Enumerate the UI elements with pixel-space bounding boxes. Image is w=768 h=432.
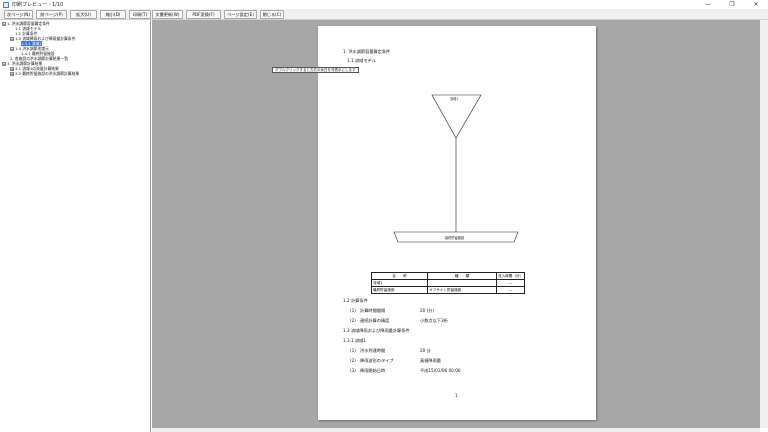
print-button[interactable]: 印刷(T) <box>129 10 151 19</box>
condition-label: 計算時間間隔 <box>360 308 386 313</box>
section-heading: 1.2 計算条件 <box>343 298 368 303</box>
table-header: 名 称 <box>371 272 428 280</box>
condition-label: 降雨波形のタイプ <box>360 358 394 363</box>
vertical-scrollbar[interactable] <box>760 20 768 428</box>
table-cell <box>427 279 497 287</box>
window-title: 印刷プレビュー - 1/10 <box>12 2 64 8</box>
condition-value: 小数点以下3桁 <box>420 318 448 323</box>
maximize-icon[interactable]: ❐ <box>720 0 744 9</box>
condition-number: (1) <box>350 348 356 353</box>
condition-number: (2) <box>350 318 356 323</box>
table-cell: 流域1 <box>371 279 428 287</box>
toolbar: 次ページ(N) 前ページ(P) 拡大(U) 縮小(D) 印刷(T) 文書更新(W… <box>0 9 768 20</box>
basin-triangle <box>431 94 482 139</box>
condition-label: 降雨開始日時 <box>360 368 386 373</box>
basin-label: 流域1 <box>450 97 459 101</box>
condition-label: 連続計算の精度 <box>360 318 390 323</box>
tree-node[interactable]: ⊟1.3 流域降雨および降雨量計算条件 <box>10 36 75 41</box>
page-setup-button[interactable]: ページ設定(E) <box>224 10 257 19</box>
condition-value: 平成15/01/06 00:00 <box>420 368 461 373</box>
preview-page: 1. 洪水調節容量算定条件 1.1 流域モデル 流域1 最終貯留施設 名 称 種… <box>318 26 596 420</box>
table-row: 流域1 — <box>371 279 526 287</box>
condition-number: (3) <box>350 368 356 373</box>
next-page-button[interactable]: 次ページ(N) <box>4 10 33 19</box>
pdf-convert-button[interactable]: PDF変換(F) <box>186 10 221 19</box>
table-cell: — <box>495 279 526 287</box>
table-header: 種 類 <box>427 272 497 280</box>
condition-number: (1) <box>350 308 356 313</box>
condition-value: 真値降雨量 <box>420 358 441 363</box>
section-heading: 1.3.1 流域1 <box>343 338 367 343</box>
update-document-button[interactable]: 文書更新(W) <box>152 10 183 19</box>
tree-node-label: 3.2 最終貯留施設の洪水調節計算結果 <box>15 71 80 76</box>
table-header: 流入時間（分） <box>495 272 526 280</box>
condition-value: 20 分 <box>420 348 431 353</box>
table-row: 最終貯留施設 オフサイト貯留施設 — <box>371 286 526 294</box>
table-cell: — <box>495 286 526 294</box>
app-icon <box>3 1 9 8</box>
condition-value: 20 (分) <box>420 308 435 313</box>
close-button[interactable]: 閉じる(C) <box>260 10 284 19</box>
collapse-icon[interactable]: ⊟ <box>2 22 6 26</box>
collapse-icon[interactable]: ⊟ <box>10 37 14 41</box>
facility-label: 最終貯留施設 <box>445 236 465 240</box>
condition-label: 洪水到達時間 <box>360 348 386 353</box>
tooltip: ダブルクリックすると左右の余白を非表示にします <box>272 67 359 73</box>
window-controls: — ❐ ✕ <box>696 0 768 9</box>
page-number: 1 <box>455 393 458 398</box>
section-heading: 1.3 流域降雨および降雨量計算条件 <box>343 328 410 333</box>
condition-number: (2) <box>350 358 356 363</box>
horizontal-scrollbar[interactable] <box>152 428 760 432</box>
close-icon[interactable]: ✕ <box>744 0 768 9</box>
prev-page-button[interactable]: 前ページ(P) <box>36 10 67 19</box>
zoom-in-button[interactable]: 拡大(U) <box>70 10 97 19</box>
tree-node[interactable]: ⊞3.2 最終貯留施設の洪水調節計算結果 <box>10 71 79 76</box>
zoom-out-button[interactable]: 縮小(D) <box>100 10 126 19</box>
minimize-icon[interactable]: — <box>696 0 720 9</box>
outline-tree: ⊟1. 洪水調節容量算定条件 1.1 流域モデル 1.2 計算条件 ⊟1.3 流… <box>0 20 151 432</box>
table-cell: オフサイト貯留施設 <box>427 286 497 294</box>
expand-icon[interactable]: ⊞ <box>10 72 14 76</box>
collapse-icon[interactable]: ⊟ <box>2 62 6 66</box>
table-cell: 最終貯留施設 <box>371 286 428 294</box>
model-table: 名 称 種 類 流入時間（分） 流域1 — 最終貯留施設 オフサイト貯留施設 — <box>371 272 526 294</box>
title-bar: 印刷プレビュー - 1/10 — ❐ ✕ <box>0 0 768 9</box>
collapse-icon[interactable]: ⊟ <box>10 47 14 51</box>
